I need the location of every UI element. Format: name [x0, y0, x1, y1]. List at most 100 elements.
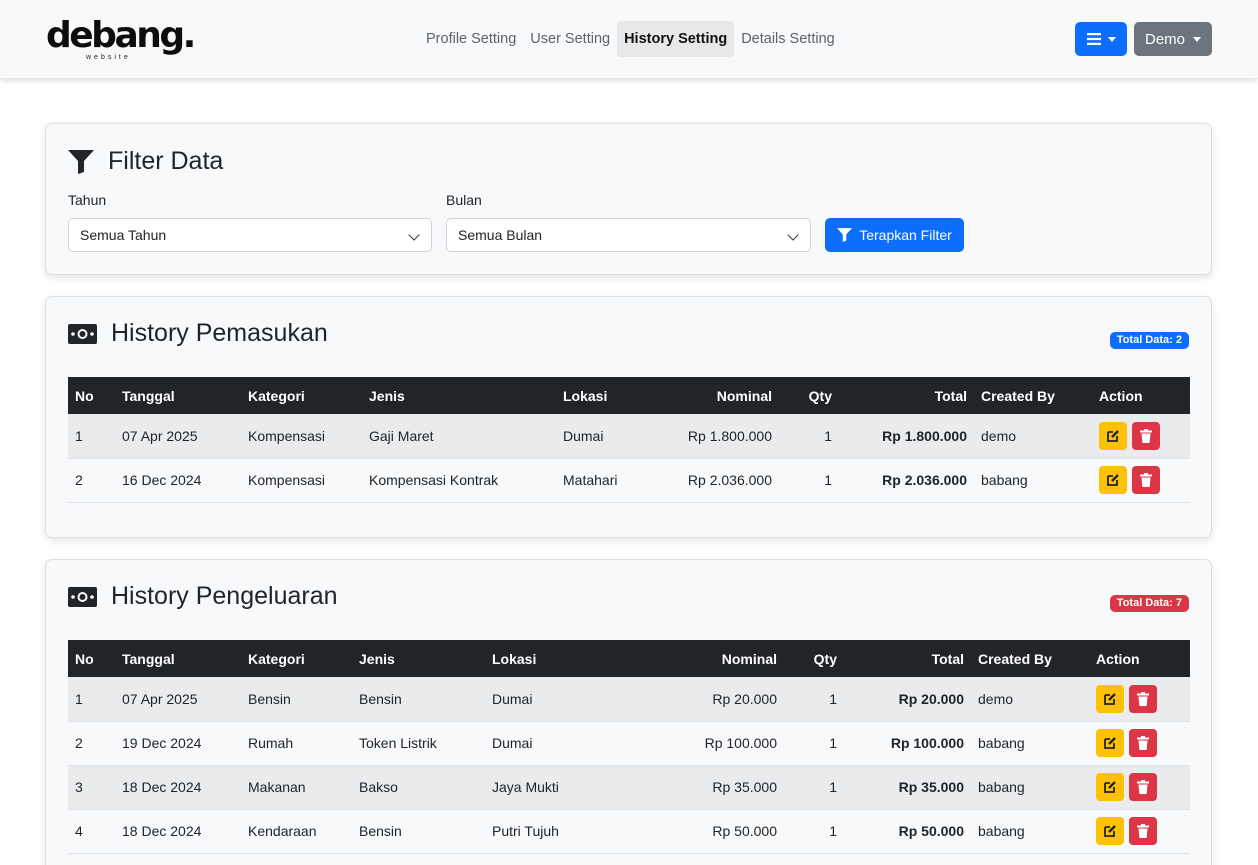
expense-title-text: History Pengeluaran	[111, 582, 338, 610]
income-card-title: History Pemasukan	[68, 319, 328, 348]
cell-tanggal: 18 Dec 2024	[115, 809, 241, 854]
cell-jenis: Token Listrik	[352, 721, 485, 766]
edit-button[interactable]	[1099, 421, 1127, 450]
delete-button[interactable]	[1132, 421, 1160, 450]
col-header-qty: Qty	[808, 387, 832, 404]
table-row: 4 18 Dec 2024 Kendaraan Bensin Putri Tujuh Rp…	[68, 809, 1190, 854]
delete-button[interactable]	[1129, 773, 1157, 801]
edit-button[interactable]	[1096, 684, 1124, 713]
col-header-qty: Qty	[813, 650, 837, 667]
col-header-action: Action	[1096, 650, 1140, 667]
nav-link-details-setting[interactable]: Details Setting	[734, 21, 842, 57]
cell-nominal: Rp 35.000	[625, 765, 784, 810]
cell-nominal: Rp 20.000	[625, 677, 784, 722]
cell-created-by: demo	[971, 677, 1089, 722]
income-history-card: History Pemasukan Total Data: 2 No Tangg…	[45, 296, 1212, 538]
month-select[interactable]: Semua Bulan	[446, 218, 811, 252]
chevron-down-icon	[787, 229, 799, 241]
chevron-down-icon	[1193, 36, 1201, 42]
col-header-no: No	[75, 650, 94, 667]
edit-icon	[1104, 825, 1116, 837]
cell-tanggal: 18 Dec 2024	[115, 765, 241, 810]
cell-jenis: Bakso	[352, 765, 485, 810]
income-title-text: History Pemasukan	[111, 319, 328, 347]
edit-icon	[1104, 781, 1116, 793]
cell-nominal: Rp 100.000	[625, 721, 784, 766]
user-dropdown-button[interactable]: Demo	[1134, 22, 1212, 56]
money-bill-icon	[68, 323, 97, 344]
trash-icon	[1140, 428, 1152, 443]
cell-total: Rp 20.000	[844, 677, 971, 722]
cell-qty: 1	[784, 765, 844, 810]
cell-no: 3	[68, 765, 115, 810]
edit-button[interactable]	[1096, 773, 1124, 801]
edit-button[interactable]	[1096, 729, 1124, 757]
cell-tanggal: 07 Apr 2025	[115, 677, 241, 722]
col-header-tanggal: Tanggal	[122, 387, 175, 404]
cell-created-by: babang	[974, 458, 1092, 503]
cell-lokasi: Jaya Mukti	[485, 765, 625, 810]
cell-created-by: babang	[971, 721, 1089, 766]
edit-icon	[1104, 737, 1116, 749]
delete-button[interactable]	[1129, 817, 1157, 845]
trash-icon	[1137, 691, 1149, 706]
nav-link-history-setting[interactable]: History Setting	[617, 21, 735, 57]
edit-icon	[1104, 692, 1116, 705]
nav-link-user-setting[interactable]: User Setting	[523, 21, 617, 57]
delete-button[interactable]	[1129, 729, 1157, 757]
filter-title-text: Filter Data	[108, 147, 224, 175]
year-select-value: Semua Tahun	[80, 227, 167, 243]
col-header-total: Total	[934, 387, 967, 404]
table-row: 2 16 Dec 2024 Kompensasi Kompensasi Kontrak…	[68, 458, 1190, 503]
apply-filter-button[interactable]: Terapkan Filter	[825, 218, 964, 252]
cell-no: 1	[68, 677, 115, 722]
top-navbar: debang. website Profile Setting User Set…	[0, 0, 1258, 79]
hamburger-icon	[1086, 33, 1101, 45]
income-table-header: No Tanggal Kategori Jenis Lokasi Nominal…	[68, 377, 1190, 414]
menu-dropdown-button[interactable]	[1075, 22, 1127, 56]
trash-icon	[1137, 780, 1149, 794]
brand-logo[interactable]: debang. website	[46, 14, 196, 64]
filter-icon	[68, 149, 94, 174]
expense-table-header: No Tanggal Kategori Jenis Lokasi Nominal…	[68, 640, 1190, 677]
nav-link-profile-setting[interactable]: Profile Setting	[419, 21, 523, 57]
cell-tanggal: 19 Dec 2024	[115, 721, 241, 766]
table-row: 3 18 Dec 2024 Makanan Bakso Jaya Mukti Rp 35.…	[68, 765, 1190, 810]
apply-filter-label: Terapkan Filter	[859, 227, 952, 243]
cell-qty: 1	[779, 458, 839, 503]
cell-kategori: Rumah	[241, 721, 352, 766]
col-header-lokasi: Lokasi	[492, 650, 537, 667]
cell-no: 2	[68, 721, 115, 766]
delete-button[interactable]	[1129, 684, 1157, 713]
month-label: Bulan	[446, 192, 482, 208]
col-header-jenis: Jenis	[369, 387, 405, 404]
brand-tagline: website	[86, 54, 131, 61]
edit-button[interactable]	[1096, 817, 1124, 845]
year-select[interactable]: Semua Tahun	[68, 218, 432, 252]
delete-button[interactable]	[1132, 466, 1160, 494]
cell-total: Rp 2.036.000	[839, 458, 974, 503]
col-header-nominal: Nominal	[721, 650, 777, 667]
col-header-created-by: Created By	[981, 387, 1055, 404]
table-row: 1 07 Apr 2025 Kompensasi Gaji Maret Dumai Rp …	[68, 414, 1190, 459]
col-header-created-by: Created By	[978, 650, 1052, 667]
money-bill-icon	[68, 586, 97, 607]
income-table: No Tanggal Kategori Jenis Lokasi Nominal…	[68, 377, 1190, 503]
cell-kategori: Bensin	[241, 677, 352, 722]
expense-history-card: History Pengeluaran Total Data: 7 No Tan…	[45, 559, 1212, 865]
col-header-no: No	[75, 387, 94, 404]
trash-icon	[1137, 736, 1149, 750]
chevron-down-icon	[1107, 36, 1116, 42]
cell-lokasi: Dumai	[485, 721, 625, 766]
filter-card: Filter Data Tahun Semua Tahun Bulan Semu…	[45, 123, 1212, 275]
cell-kategori: Kompensasi	[241, 458, 362, 503]
table-row: 1 07 Apr 2025 Bensin Bensin Dumai Rp 20.000 1 R…	[68, 677, 1190, 722]
cell-lokasi: Dumai	[556, 414, 661, 459]
cell-created-by: babang	[971, 765, 1089, 810]
expense-table: No Tanggal Kategori Jenis Lokasi Nominal…	[68, 640, 1190, 854]
edit-button[interactable]	[1099, 466, 1127, 494]
cell-lokasi: Putri Tujuh	[485, 809, 625, 854]
cell-action	[1089, 721, 1190, 766]
cell-jenis: Bensin	[352, 809, 485, 854]
expense-total-badge: Total Data: 7	[1109, 595, 1189, 612]
